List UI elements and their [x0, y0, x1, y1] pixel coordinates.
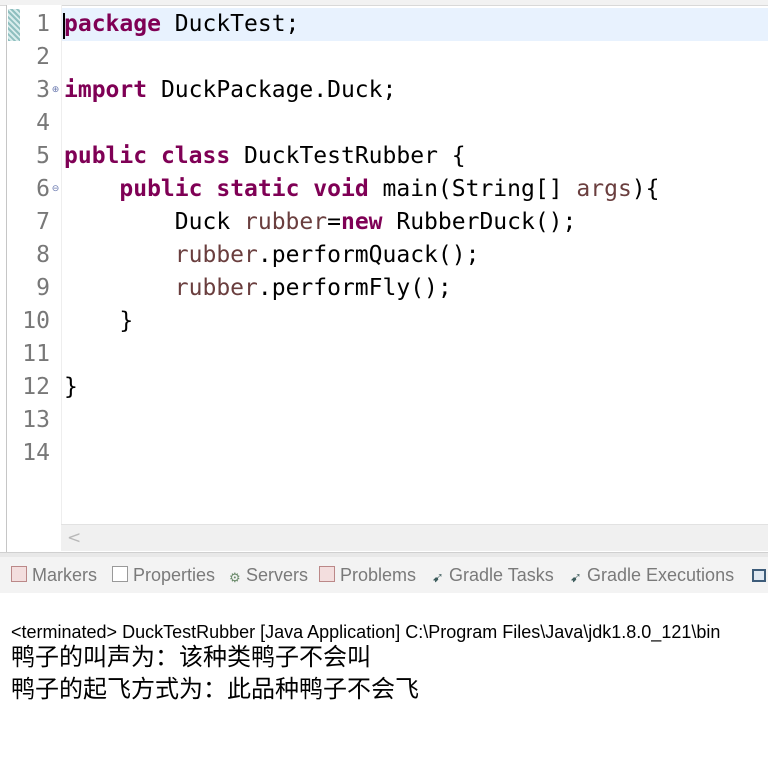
code-line-11: } [64, 308, 134, 334]
tab-gradle-executions[interactable]: ➹ Gradle Executions [570, 557, 734, 593]
code-text: ){ [631, 176, 660, 202]
line-number: 7 [36, 209, 50, 235]
scroll-left-icon[interactable]: < [67, 528, 81, 548]
keyword: new [340, 209, 383, 235]
code-text: .performFly(); [257, 275, 452, 301]
tab-label: Gradle Executions [587, 565, 735, 585]
console-icon [752, 569, 766, 582]
code-line-6: public class DuckTestRubber { [64, 140, 466, 173]
keyword: static [216, 176, 300, 202]
markers-icon [11, 566, 27, 582]
tab-label: Gradle Tasks [449, 565, 554, 585]
tab-label: Servers [246, 565, 309, 585]
servers-icon: ⚙ [229, 570, 241, 585]
tab-gradle-tasks[interactable]: ➹ Gradle Tasks [432, 557, 554, 593]
keyword: class [160, 143, 231, 169]
code-text: .performQuack(); [257, 242, 480, 268]
keyword: public [64, 143, 148, 169]
tab-label: Problems [340, 565, 417, 585]
tab-label: Markers [32, 565, 98, 585]
tab-markers[interactable]: Markers [11, 557, 97, 593]
console-output-line: 鸭子的起飞方式为：此品种鸭子不会飞 [11, 675, 419, 703]
horizontal-scrollbar[interactable]: < [61, 524, 768, 551]
expand-icon[interactable]: ⊕ [51, 86, 60, 95]
line-number: 3 [36, 77, 50, 103]
code-text: DuckPackage.Duck; [147, 77, 397, 103]
code-line-8: Duck rubber=new RubberDuck(); [64, 206, 577, 239]
code-text: DuckTest; [160, 11, 300, 37]
properties-icon [112, 566, 128, 582]
line-number: 6 [36, 176, 50, 202]
gradle-icon: ➹ [432, 569, 444, 585]
text-cursor [63, 13, 65, 39]
line-number: 9 [36, 275, 50, 301]
keyword: public [119, 176, 203, 202]
line-number: 8 [36, 242, 50, 268]
editor-top-strip [0, 0, 768, 6]
variable: rubber [174, 242, 258, 268]
line-number: 14 [22, 440, 50, 466]
code-editor[interactable]: 1 2 3 4 5 6 7 8 9 10 11 12 13 14 ⊕ ⊖ pac… [0, 0, 768, 552]
code-text: RubberDuck(); [382, 209, 577, 235]
gutter-separator [61, 5, 62, 524]
line-number: 10 [22, 308, 50, 334]
line-number: 5 [36, 143, 50, 169]
console-output-line: 鸭子的叫声为：该种类鸭子不会叫 [11, 643, 371, 671]
code-line-7: public static void main(String[] args){ [64, 173, 660, 206]
tab-problems[interactable]: Problems [319, 557, 416, 593]
code-line-13: } [64, 374, 78, 400]
line-number: 11 [22, 341, 50, 367]
variable: args [576, 176, 632, 202]
keyword: package [64, 11, 161, 37]
line-number: 4 [36, 110, 50, 136]
line-number: 13 [22, 407, 50, 433]
code-text: DuckTestRubber { [230, 143, 466, 169]
code-text: = [327, 209, 341, 235]
gradle-icon: ➹ [570, 569, 582, 585]
problems-icon [319, 566, 335, 582]
code-text: main(String[] [368, 176, 577, 202]
code-text: Duck [64, 209, 245, 235]
tab-label: Properties [133, 565, 216, 585]
variable: rubber [174, 275, 258, 301]
code-line-10: rubber.performFly(); [64, 272, 452, 305]
tab-console[interactable] [752, 557, 768, 593]
variable: rubber [244, 209, 328, 235]
code-line-9: rubber.performQuack(); [64, 239, 480, 272]
view-tab-bar: Markers Properties ⚙ Servers Problems ➹ Gr… [0, 557, 768, 594]
tab-servers[interactable]: ⚙ Servers [229, 557, 308, 593]
code-line-1: package DuckTest; [64, 8, 299, 41]
tab-properties[interactable]: Properties [112, 557, 215, 593]
line-number: 12 [22, 374, 50, 400]
line-number: 2 [36, 44, 50, 70]
line-number: 1 [36, 11, 50, 37]
keyword: import [64, 77, 148, 103]
code-line-3: import DuckPackage.Duck; [64, 74, 396, 107]
collapse-icon[interactable]: ⊖ [51, 185, 60, 194]
keyword: void [313, 176, 369, 202]
